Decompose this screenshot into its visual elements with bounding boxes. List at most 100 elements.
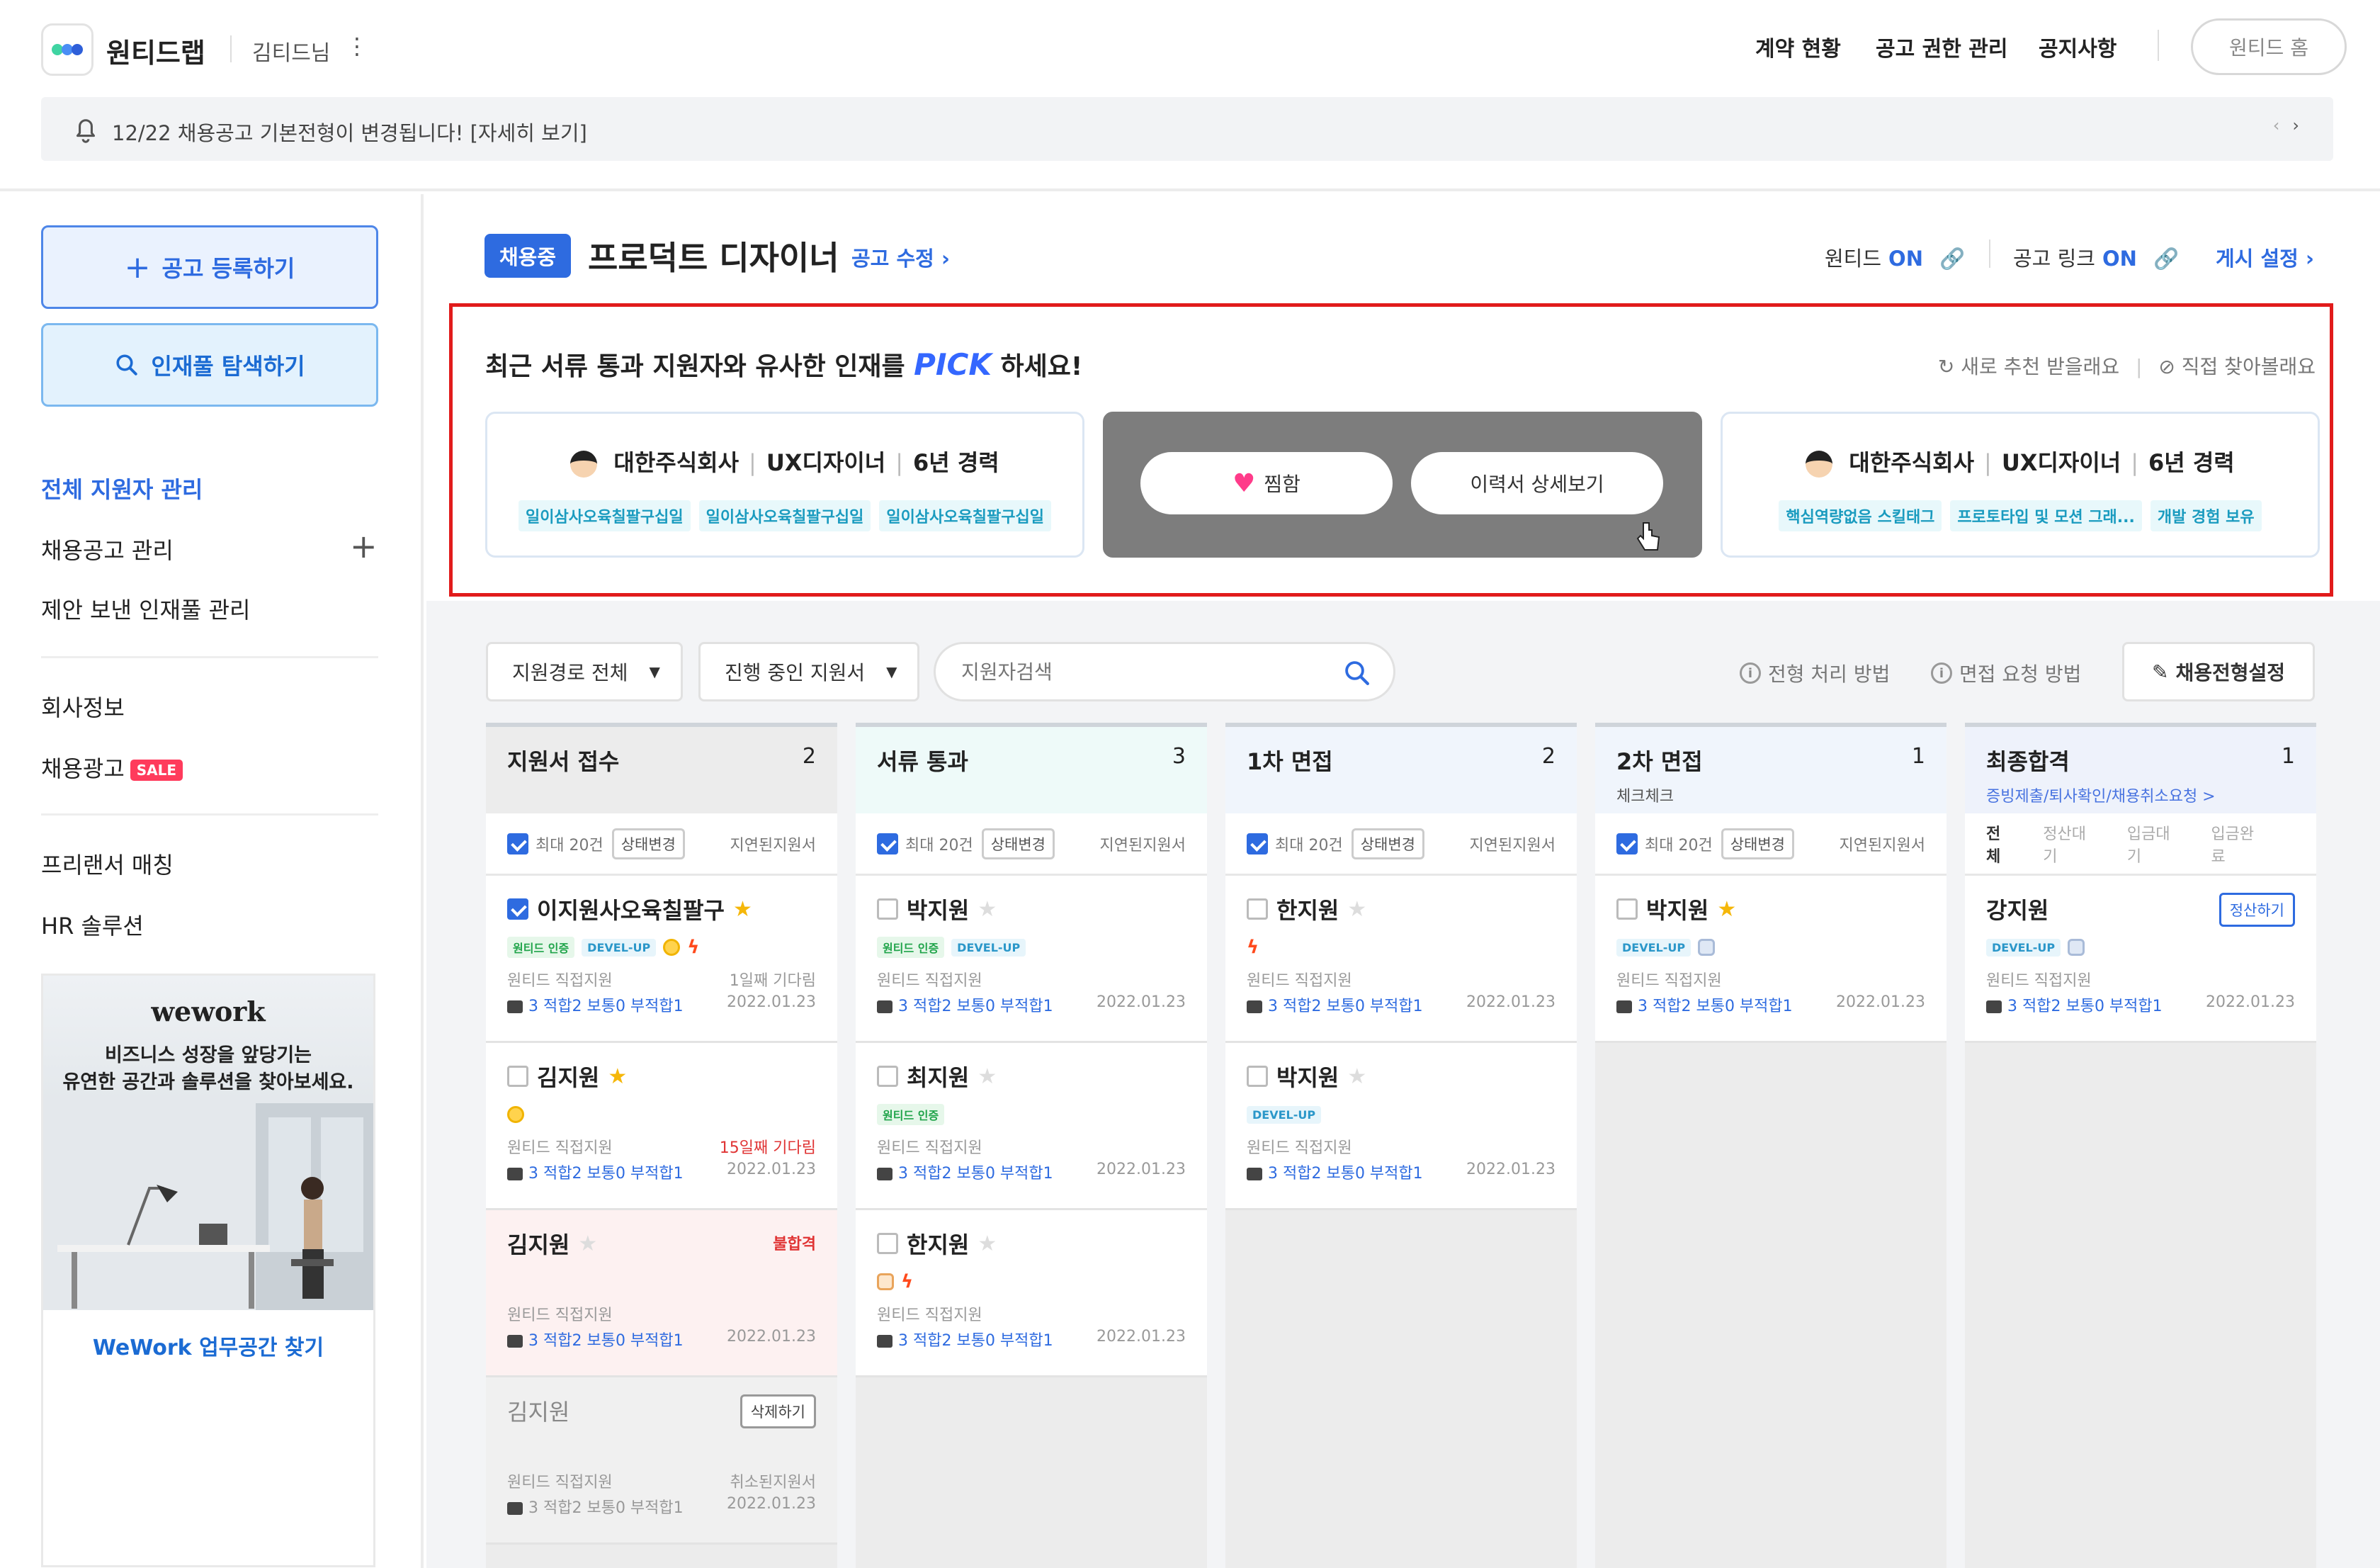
applicant-card[interactable]: 강지원 정산하기 DEVEL-UP 원티드 직접지원 3 적합2 보통0 부적합… <box>1965 876 2316 1043</box>
wework-ad-banner[interactable]: wework 비즈니스 성장을 앞당기는 유연한 공간과 솔루션을 찾아보세요. <box>41 974 375 1567</box>
wanted-home-button[interactable]: 원티드 홈 <box>2191 18 2347 75</box>
tab-deposit-pending[interactable]: 입금대기 <box>2127 821 2182 867</box>
applicant-checkbox[interactable] <box>507 898 528 920</box>
sidebar-item-all-applicants[interactable]: 전체 지원자 관리 <box>41 472 203 504</box>
applicant-card[interactable]: 김지원 ★ 원티드 직접지원 15일째 기다림 3 적합2 보통0 부적합1 2022… <box>486 1043 837 1210</box>
pick-highlight: PICK <box>914 347 992 382</box>
applicant-checkbox[interactable] <box>1247 1066 1268 1087</box>
star-icon[interactable]: ★ <box>578 1231 597 1256</box>
ad-link[interactable]: WeWork 업무공간 찾기 <box>43 1330 373 1361</box>
select-all-checkbox[interactable] <box>507 833 528 854</box>
star-icon[interactable]: ★ <box>978 897 997 922</box>
column-header: 최종합격 1 증빙제출/퇴사확인/채용취소요청 > <box>1965 723 2316 813</box>
applied-date: 2022.01.23 <box>727 1161 816 1178</box>
applicant-card[interactable]: 한지원 ★ ϟ 원티드 직접지원 3 적합2 보통0 부적합1 2022.01.23 <box>1225 876 1577 1043</box>
add-posting-icon[interactable]: + <box>350 527 378 565</box>
applicant-checkbox[interactable] <box>877 1066 898 1087</box>
applicant-card[interactable]: 최지원 ★ 원티드 인증 원티드 직접지원 3 적합2 보통0 부적합1 2022.… <box>856 1043 1207 1210</box>
nav-permission-management[interactable]: 공고 권한 관리 <box>1876 31 2008 62</box>
like-button[interactable]: ♥ 찜함 <box>1140 452 1393 514</box>
delayed-filter[interactable]: 지연된지원서 <box>730 833 816 855</box>
column-count: 1 <box>2281 744 2295 769</box>
applicant-card[interactable]: 김지원 삭제하기 원티드 직접지원 취소된지원서 3 적합2 보통0 부적합1 20… <box>486 1377 837 1545</box>
applicant-card[interactable]: 박지원 ★ 원티드 인증 DEVEL-UP 원티드 직접지원 3 적합2 보통0 부… <box>856 876 1207 1043</box>
applicant-checkbox[interactable] <box>1616 898 1638 920</box>
applicant-card[interactable]: 박지원 ★ DEVEL-UP 원티드 직접지원 3 적합2 보통0 부적합1 202… <box>1595 876 1946 1043</box>
stage-column-received: 지원서 접수 2 최대 20건 상태변경 지연된지원서 이지원사오육칠팔구 ★ 원… <box>486 723 837 1568</box>
company-logo[interactable] <box>41 23 94 76</box>
tab-all[interactable]: 전체 <box>1986 821 2013 867</box>
sidebar-item-job-postings[interactable]: 채용공고 관리 <box>41 533 174 565</box>
star-icon[interactable]: ★ <box>978 1064 997 1089</box>
sidebar-item-hr-solution[interactable]: HR 솔루션 <box>41 908 144 941</box>
compass-icon[interactable]: ⊘ <box>2158 355 2175 378</box>
star-icon[interactable]: ★ <box>608 1064 627 1089</box>
candidate-company: 대한주식회사 <box>613 449 740 476</box>
delete-button[interactable]: 삭제하기 <box>740 1394 816 1428</box>
resume-detail-button[interactable]: 이력서 상세보기 <box>1411 452 1663 514</box>
user-name[interactable]: 김티드님 <box>252 35 330 67</box>
tab-deposit-complete[interactable]: 입금완료 <box>2211 821 2265 867</box>
comment-icon <box>1616 1000 1632 1013</box>
notice-pager[interactable]: ‹› <box>2273 115 2312 135</box>
tab-settle-pending[interactable]: 정산대기 <box>2043 821 2097 867</box>
applicant-source: 원티드 직접지원 <box>1247 1139 1352 1157</box>
process-settings-button[interactable]: ✎ 채용전형설정 <box>2122 642 2315 701</box>
star-icon[interactable]: ★ <box>978 1231 997 1256</box>
nav-notices[interactable]: 공지사항 <box>2039 31 2116 62</box>
posting-link-toggle[interactable]: 공고 링크 ON 🔗 <box>2013 242 2179 272</box>
select-all-checkbox[interactable] <box>877 833 898 854</box>
applicant-checkbox[interactable] <box>877 1233 898 1254</box>
select-all-checkbox[interactable] <box>1616 833 1638 854</box>
star-icon[interactable]: ★ <box>733 897 752 922</box>
chevron-left-icon[interactable]: ‹ <box>2273 115 2293 135</box>
process-help-link[interactable]: i 전형 처리 방법 <box>1740 659 1890 687</box>
sidebar-item-company-info[interactable]: 회사정보 <box>41 690 125 723</box>
candidate-card[interactable]: 대한주식회사 | UX디자이너 | 6년 경력 일이삼사오육칠팔구십일 일이삼사오육칠팔구… <box>485 412 1084 558</box>
change-status-button[interactable]: 상태변경 <box>1351 828 1424 859</box>
source-filter-select[interactable]: 지원경로 전체 ▼ <box>486 642 683 701</box>
applicant-checkbox[interactable] <box>507 1066 528 1087</box>
wanted-toggle[interactable]: 원티드 ON 🔗 <box>1825 242 1965 272</box>
star-icon[interactable]: ★ <box>1347 897 1366 922</box>
candidate-card[interactable]: 대한주식회사 | UX디자이너 | 6년 경력 핵심역량없음 스킬태그 프로토타입 및 모… <box>1721 412 2320 558</box>
interview-help-link[interactable]: i 면접 요청 방법 <box>1931 659 2081 687</box>
star-icon[interactable]: ★ <box>1347 1064 1366 1089</box>
edit-posting-link[interactable]: 공고 수정 › <box>851 242 950 272</box>
publish-settings-link[interactable]: 게시 설정 › <box>2216 242 2314 272</box>
candidate-card-hovered[interactable]: ♥ 찜함 이력서 상세보기 <box>1103 412 1702 558</box>
applicant-card[interactable]: 박지원 ★ DEVEL-UP 원티드 직접지원 3 적합2 보통0 부적합1 202… <box>1225 1043 1577 1210</box>
settle-button[interactable]: 정산하기 <box>2218 893 2295 927</box>
change-status-button[interactable]: 상태변경 <box>981 828 1055 859</box>
applicant-card[interactable]: 이지원사오육칠팔구 ★ 원티드 인증 DEVEL-UP ϟ 원티드 직접지원 1일째 기… <box>486 876 837 1043</box>
more-vertical-icon[interactable]: ⋮ <box>346 33 368 60</box>
notice-bar[interactable]: 12/22 채용공고 기본전형이 변경됩니다! [자세히 보기] ‹› <box>41 97 2333 161</box>
delayed-filter[interactable]: 지연된지원서 <box>1470 833 1556 855</box>
delayed-filter[interactable]: 지연된지원서 <box>1840 833 1925 855</box>
refresh-recommend-button[interactable]: 새로 추천 받을래요 <box>1961 355 2119 378</box>
talent-search-button[interactable]: 인재풀 탐색하기 <box>41 323 378 407</box>
change-status-button[interactable]: 상태변경 <box>1721 828 1794 859</box>
search-icon[interactable] <box>1342 658 1372 688</box>
pencil-icon: ✎ <box>2151 660 2169 684</box>
chevron-right-icon[interactable]: › <box>2292 115 2312 135</box>
applicant-checkbox[interactable] <box>877 898 898 920</box>
stage-filter-select[interactable]: 진행 중인 지원서 ▼ <box>698 642 919 701</box>
direct-search-button[interactable]: 직접 찾아볼래요 <box>2182 355 2316 378</box>
applicant-card[interactable]: 김지원 ★ 불합격 원티드 직접지원 3 적합2 보통0 부적합1 2022.01.… <box>486 1210 837 1377</box>
register-job-button[interactable]: + 공고 등록하기 <box>41 225 378 309</box>
applicant-card[interactable]: 한지원 ★ ϟ 원티드 직접지원 3 적합2 보통0 부적합1 2022.01.23 <box>856 1210 1207 1377</box>
nav-contract-status[interactable]: 계약 현황 <box>1755 31 1841 62</box>
proof-request-link[interactable]: 증빙제출/퇴사확인/채용취소요청 > <box>1986 784 2295 806</box>
applicant-name: 최지원 <box>907 1064 970 1091</box>
applicant-checkbox[interactable] <box>1247 898 1268 920</box>
sidebar-item-ads[interactable]: 채용광고 SALE <box>41 751 183 784</box>
sidebar-item-proposals[interactable]: 제안 보낸 인재풀 관리 <box>41 592 250 625</box>
applicant-search-input[interactable] <box>961 655 1330 688</box>
refresh-icon[interactable]: ↻ <box>1938 355 1954 378</box>
sidebar-item-freelancer[interactable]: 프리랜서 매칭 <box>41 847 174 880</box>
star-icon[interactable]: ★ <box>1717 897 1736 922</box>
select-all-checkbox[interactable] <box>1247 833 1268 854</box>
delayed-filter[interactable]: 지연된지원서 <box>1100 833 1186 855</box>
change-status-button[interactable]: 상태변경 <box>611 828 685 859</box>
